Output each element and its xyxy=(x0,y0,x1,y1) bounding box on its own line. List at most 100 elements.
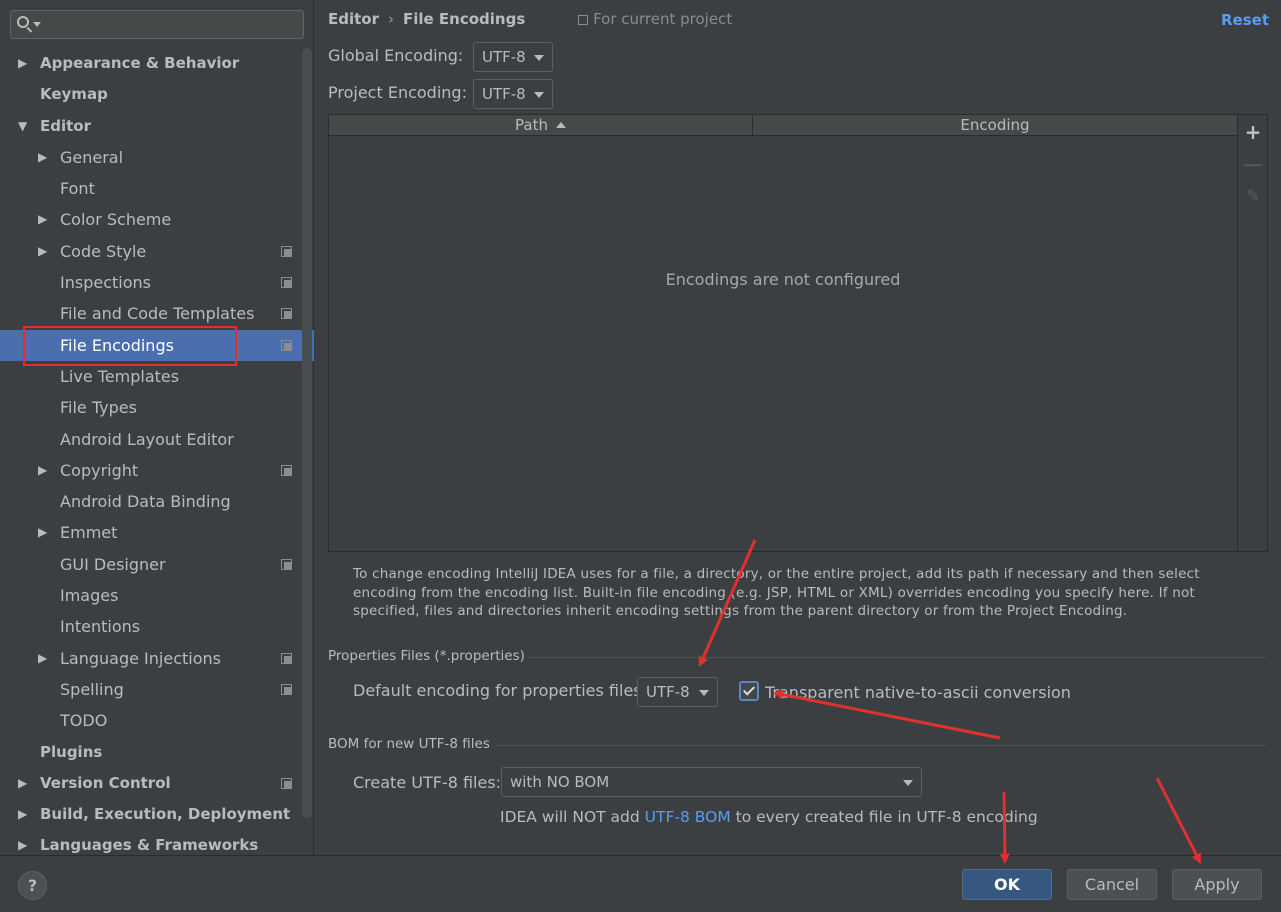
sidebar-item-label: GUI Designer xyxy=(60,554,166,574)
utf8-bom-link[interactable]: UTF-8 BOM xyxy=(645,808,731,826)
sidebar-item-appearance-behavior[interactable]: ▶ Appearance & Behavior xyxy=(0,48,300,79)
sidebar-item-label: File Types xyxy=(60,398,137,418)
bom-section-header: BOM for new UTF-8 files xyxy=(328,736,1266,752)
chevron-down-icon[interactable]: ▼ xyxy=(18,111,27,142)
sidebar-item-file-types[interactable]: File Types xyxy=(0,392,300,423)
sidebar-item-gui-designer[interactable]: GUI Designer xyxy=(0,549,300,580)
sidebar-item-plugins[interactable]: Plugins xyxy=(0,737,300,768)
add-icon[interactable]: + xyxy=(1238,117,1268,147)
sidebar-item-todo[interactable]: TODO xyxy=(0,705,300,736)
sidebar-item-copyright[interactable]: ▶ Copyright xyxy=(0,455,300,486)
bom-select-value: with NO BOM xyxy=(510,773,610,791)
properties-section-title: Properties Files (*.properties) xyxy=(328,648,525,664)
properties-encoding-value: UTF-8 xyxy=(646,683,690,701)
settings-sidebar: ▶ Appearance & Behavior Keymap ▼ Editor ▶ Gene… xyxy=(0,0,314,855)
chevron-down-icon xyxy=(699,690,709,696)
project-scope-icon xyxy=(281,558,292,570)
create-utf8-label: Create UTF-8 files: xyxy=(353,773,502,792)
sidebar-item-images[interactable]: Images xyxy=(0,580,300,611)
project-scope-icon xyxy=(281,339,292,351)
reset-link[interactable]: Reset xyxy=(1221,11,1269,29)
encoding-column-header[interactable]: Encoding xyxy=(753,115,1237,136)
sidebar-item-inspections[interactable]: Inspections xyxy=(0,267,300,298)
bom-select[interactable]: with NO BOM xyxy=(501,767,922,797)
sort-ascending-icon xyxy=(555,122,566,128)
project-encoding-select[interactable]: UTF-8 xyxy=(473,79,553,109)
sidebar-item-label: File and Code Templates xyxy=(60,304,255,324)
settings-search-input[interactable] xyxy=(10,10,304,39)
properties-encoding-select[interactable]: UTF-8 xyxy=(637,677,718,707)
breadcrumb-editor: Editor xyxy=(328,10,379,28)
sidebar-item-label: Intentions xyxy=(60,617,141,637)
sidebar-item-file-and-code-templates[interactable]: File and Code Templates xyxy=(0,298,300,329)
sidebar-item-label: General xyxy=(60,147,124,167)
chevron-right-icon[interactable]: ▶ xyxy=(38,142,47,173)
section-divider xyxy=(528,657,1266,658)
help-icon[interactable]: ? xyxy=(18,871,47,900)
project-scope-icon xyxy=(281,652,292,664)
edit-icon[interactable]: ✎ xyxy=(1238,181,1268,211)
sidebar-item-label: Inspections xyxy=(60,273,151,293)
sidebar-scrollbar[interactable] xyxy=(302,48,312,818)
chevron-down-icon xyxy=(534,55,544,61)
chevron-right-icon[interactable]: ▶ xyxy=(18,799,27,830)
sidebar-item-code-style[interactable]: ▶ Code Style xyxy=(0,236,300,267)
chevron-right-icon[interactable]: ▶ xyxy=(18,48,27,79)
search-history-dropdown-icon[interactable] xyxy=(33,22,41,27)
chevron-right-icon[interactable]: ▶ xyxy=(38,204,47,235)
sidebar-item-label: Emmet xyxy=(60,523,118,543)
section-divider xyxy=(496,745,1266,746)
bom-section-title: BOM for new UTF-8 files xyxy=(328,736,490,752)
sidebar-item-android-data-binding[interactable]: Android Data Binding xyxy=(0,486,300,517)
sidebar-item-label: TODO xyxy=(60,711,108,731)
breadcrumb-file-encodings: File Encodings xyxy=(403,10,526,28)
path-column-header[interactable]: Path xyxy=(329,115,753,136)
sidebar-item-intentions[interactable]: Intentions xyxy=(0,611,300,642)
table-empty-text: Encodings are not configured xyxy=(665,270,901,289)
checkbox-check-icon xyxy=(742,683,756,696)
global-encoding-label: Global Encoding: xyxy=(328,46,464,65)
remove-icon[interactable]: — xyxy=(1238,149,1268,179)
project-scope-icon xyxy=(281,308,292,320)
sidebar-item-emmet[interactable]: ▶ Emmet xyxy=(0,517,300,548)
transparent-conversion-label[interactable]: Transparent native-to-ascii conversion xyxy=(765,683,1071,702)
sidebar-item-general[interactable]: ▶ General xyxy=(0,142,300,173)
sidebar-item-file-encodings[interactable]: File Encodings xyxy=(0,329,314,361)
sidebar-item-live-templates[interactable]: Live Templates xyxy=(0,361,300,392)
sidebar-item-label: Build, Execution, Deployment xyxy=(40,805,291,824)
sidebar-item-label: Live Templates xyxy=(60,366,180,386)
ok-button[interactable]: OK xyxy=(962,869,1052,900)
chevron-right-icon[interactable]: ▶ xyxy=(38,236,47,267)
sidebar-item-label: Editor xyxy=(40,116,91,135)
chevron-right-icon[interactable]: ▶ xyxy=(38,455,47,486)
chevron-right-icon[interactable]: ▶ xyxy=(38,643,47,674)
sidebar-item-label: Spelling xyxy=(60,679,124,699)
project-scope-icon xyxy=(281,683,292,695)
breadcrumb-separator: › xyxy=(388,10,394,28)
sidebar-item-version-control[interactable]: ▶ Version Control xyxy=(0,768,300,799)
chevron-down-icon xyxy=(534,92,544,98)
global-encoding-select[interactable]: UTF-8 xyxy=(473,42,553,72)
sidebar-item-language-injections[interactable]: ▶ Language Injections xyxy=(0,643,300,674)
settings-tree: ▶ Appearance & Behavior Keymap ▼ Editor ▶ Gene… xyxy=(0,48,314,862)
sidebar-item-editor[interactable]: ▼ Editor xyxy=(0,111,300,142)
sidebar-item-label: Version Control xyxy=(40,773,171,792)
project-scope-icon xyxy=(578,15,589,25)
apply-button[interactable]: Apply xyxy=(1172,869,1262,900)
sidebar-item-font[interactable]: Font xyxy=(0,173,300,204)
path-encoding-table[interactable]: Path Encoding Encodings are not configur… xyxy=(328,114,1238,552)
sidebar-item-color-scheme[interactable]: ▶ Color Scheme xyxy=(0,204,300,235)
transparent-conversion-checkbox[interactable] xyxy=(739,681,759,701)
sidebar-item-keymap[interactable]: Keymap xyxy=(0,79,300,110)
sidebar-item-android-layout-editor[interactable]: Android Layout Editor xyxy=(0,424,300,455)
table-toolbar: + — ✎ xyxy=(1238,114,1268,552)
chevron-right-icon[interactable]: ▶ xyxy=(18,768,27,799)
sidebar-item-label: Language Injections xyxy=(60,648,221,668)
cancel-button[interactable]: Cancel xyxy=(1067,869,1157,900)
sidebar-item-spelling[interactable]: Spelling xyxy=(0,674,300,705)
chevron-right-icon[interactable]: ▶ xyxy=(38,517,47,548)
sidebar-item-label: File Encodings xyxy=(60,335,174,355)
sidebar-item-build-execution-deployment[interactable]: ▶ Build, Execution, Deployment xyxy=(0,799,300,830)
properties-section-header: Properties Files (*.properties) xyxy=(328,648,1266,664)
search-icon xyxy=(17,16,29,28)
